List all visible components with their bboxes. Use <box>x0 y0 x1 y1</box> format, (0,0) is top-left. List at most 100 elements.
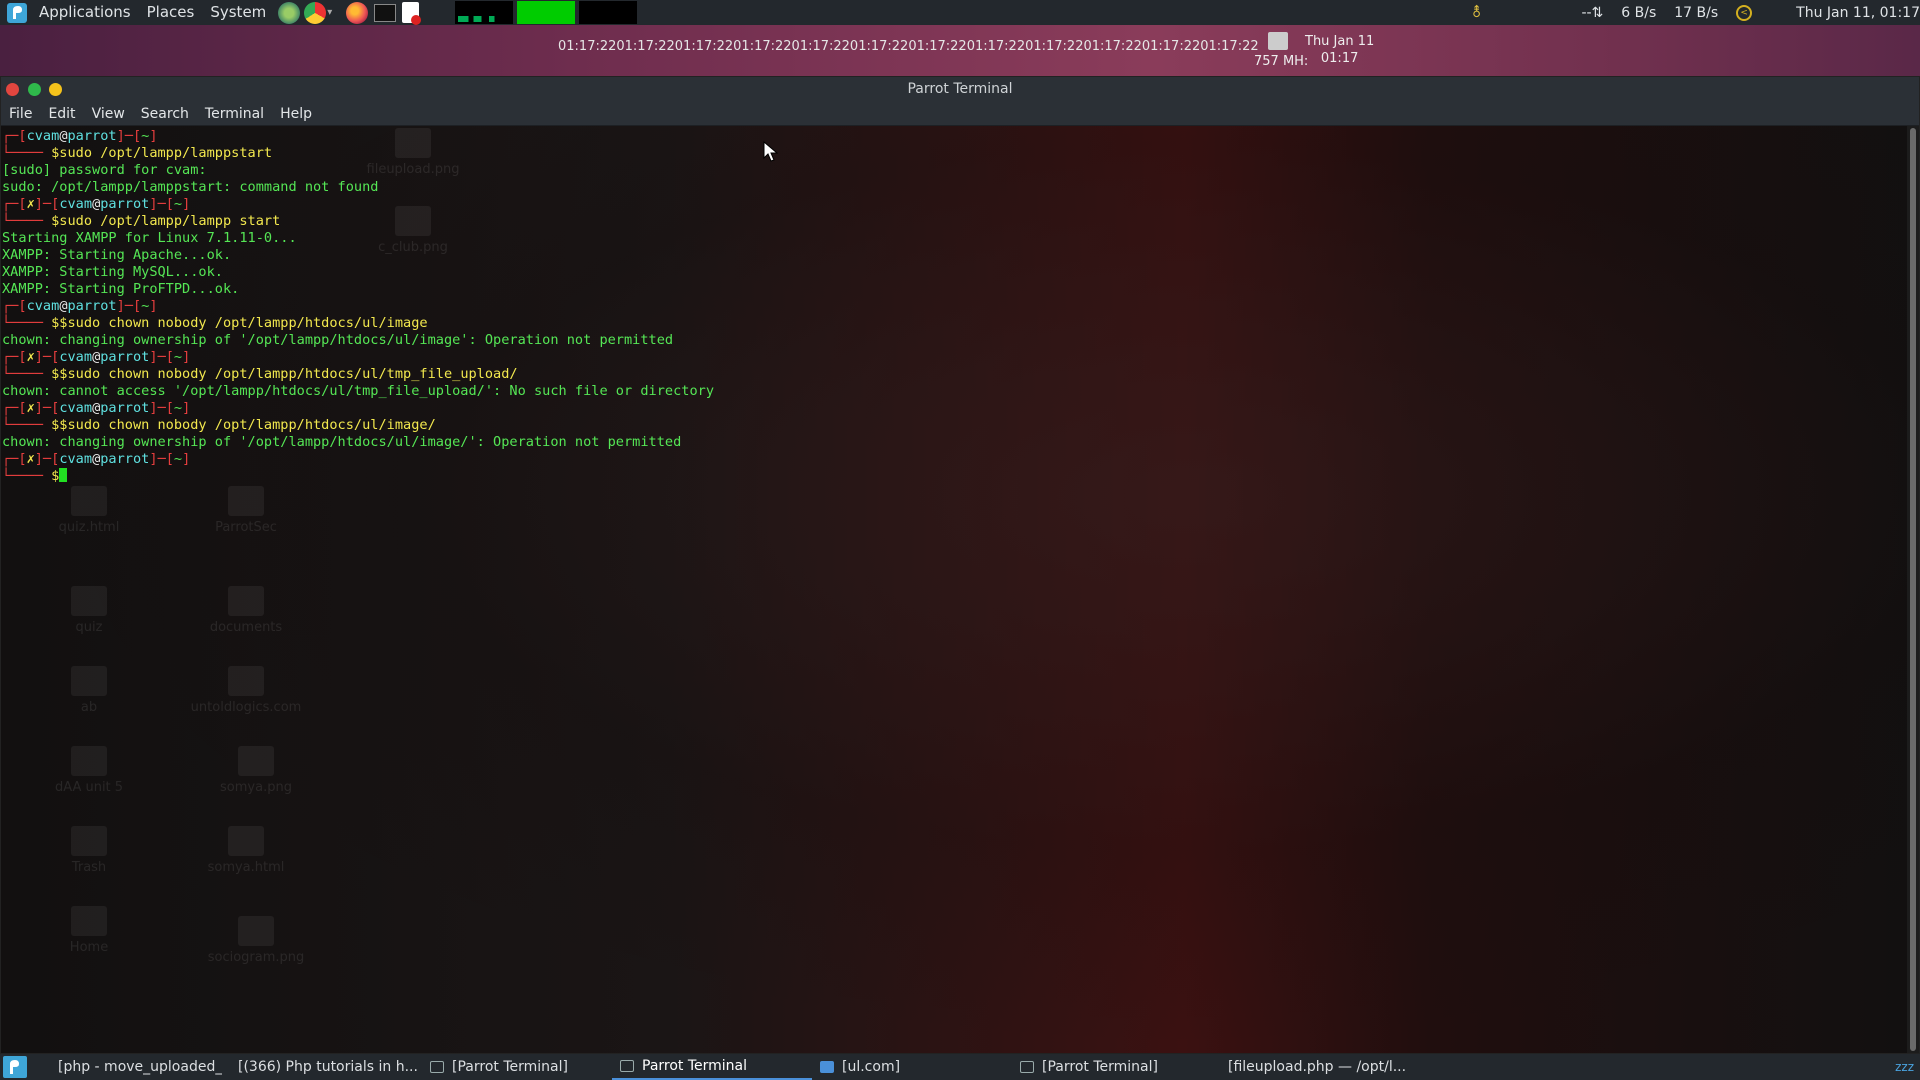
taskbar-item[interactable]: Parrot Terminal <box>612 1054 812 1080</box>
menu-help[interactable]: Help <box>272 106 320 122</box>
network-status: --⇅ <box>1581 4 1604 21</box>
places-menu[interactable]: Places <box>139 0 203 25</box>
minimize-window-button[interactable] <box>49 83 62 96</box>
update-icon[interactable]: < <box>1736 4 1753 21</box>
prompt-error-mark: ✗ <box>26 196 35 212</box>
prompt-host: parrot <box>100 349 150 365</box>
taskbar-item-label: [(366) Php tutorials in h... <box>238 1059 418 1075</box>
menu-search[interactable]: Search <box>133 106 197 122</box>
desktop-icon: quiz <box>29 586 149 635</box>
taskbar-item[interactable]: [ul.com] <box>812 1054 1012 1080</box>
desktop-icon: dAA unit 5 <box>29 746 149 795</box>
desktop-icon: sociogram.png <box>196 916 316 965</box>
terminal-launcher-icon[interactable] <box>374 3 397 22</box>
taskbar-tray-icon[interactable]: zzz <box>1895 1060 1914 1074</box>
memory-graph <box>517 1 576 24</box>
window-titlebar[interactable]: Parrot Terminal <box>1 77 1919 102</box>
prompt-host: parrot <box>67 298 117 314</box>
prompt-line: ┌─[✗]─[cvam@parrot]─[~] <box>2 451 191 467</box>
system-menu[interactable]: System <box>202 0 274 25</box>
desktop-icon: untoldlogics.com <box>186 666 306 715</box>
prompt-line: ┌─[✗]─[cvam@parrot]─[~] <box>2 196 191 212</box>
output-line: XAMPP: Starting Apache...ok. <box>2 247 232 263</box>
folder-icon <box>820 1061 834 1073</box>
output-line: sudo: /opt/lampp/lamppstart: command not… <box>2 179 379 195</box>
taskbar-item-label: [ul.com] <box>842 1059 901 1075</box>
clock[interactable]: Thu Jan 11, 01:17 <box>1796 5 1920 21</box>
desktop-icon: quiz.html <box>29 486 149 535</box>
terminal-output[interactable]: fileupload.png c_club.png quiz.html Parr… <box>1 126 1909 1053</box>
taskbar-item[interactable]: [php - move_uploaded_... <box>42 1054 222 1080</box>
command-line: └──── $$sudo chown nobody /opt/lampp/htd… <box>2 417 436 433</box>
taskbar-item[interactable]: [fileupload.php — /opt/l... <box>1212 1054 1412 1080</box>
prompt-host: parrot <box>100 196 150 212</box>
command-line: └──── $sudo /opt/lampp/lamppstart <box>2 145 273 161</box>
network-down-rate: 6 B/s <box>1621 4 1657 21</box>
text-editor-icon[interactable] <box>402 2 422 25</box>
taskbar-item-label: [php - move_uploaded_... <box>58 1059 222 1075</box>
prompt-host: parrot <box>100 451 150 467</box>
command-line: └──── $sudo /opt/lampp/lampp start <box>2 213 281 229</box>
applications-menu[interactable]: Applications <box>31 0 139 25</box>
taskbar-item-label: [fileupload.php — /opt/l... <box>1228 1059 1407 1075</box>
top-panel: Applications Places System ▾ ⚨ --⇅ 6 B/s… <box>0 0 1920 25</box>
firefox-icon[interactable] <box>346 1 369 24</box>
taskbar-item[interactable]: [Parrot Terminal] <box>1012 1054 1212 1080</box>
scrollbar-thumb[interactable] <box>1910 128 1916 1051</box>
parrot-logo-icon[interactable] <box>7 2 27 23</box>
prompt-user: cvam <box>26 128 60 144</box>
output-line: chown: cannot access '/opt/lampp/htdocs/… <box>2 383 715 399</box>
desktop-icon: somya.png <box>196 746 316 795</box>
prompt-error-mark: ✗ <box>26 400 35 416</box>
prompt-line: ┌─[cvam@parrot]─[~] <box>2 298 158 314</box>
prompt-host: parrot <box>100 400 150 416</box>
bottom-taskbar: [php - move_uploaded_... [(366) Php tutor… <box>0 1054 1920 1080</box>
command-text: $sudo /opt/lampp/lampp start <box>51 213 281 229</box>
terminal-icon <box>430 1061 444 1073</box>
cpu-widget-icon <box>1268 32 1288 50</box>
desktop-icon: Home <box>29 906 149 955</box>
date-widget-day: Thu Jan 11 <box>1305 34 1375 49</box>
menu-terminal[interactable]: Terminal <box>197 106 272 122</box>
menu-edit[interactable]: Edit <box>40 106 83 122</box>
input-line: └──── $ <box>2 468 714 485</box>
desktop-icon: ab <box>29 666 149 715</box>
text-cursor <box>59 468 68 482</box>
command-line: └──── $$sudo chown nobody /opt/lampp/htd… <box>2 315 428 331</box>
chrome-icon[interactable] <box>304 1 327 24</box>
prompt-error-mark: ✗ <box>26 349 35 365</box>
desktop-icon: Trash <box>29 826 149 875</box>
taskbar-item-label: [Parrot Terminal] <box>1042 1059 1158 1075</box>
mouse-pointer-icon <box>763 141 779 162</box>
network-up-rate: 17 B/s <box>1674 4 1719 21</box>
output-line: XAMPP: Starting MySQL...ok. <box>2 264 223 280</box>
prompt-user: cvam <box>59 196 93 212</box>
show-desktop-icon[interactable] <box>2 1055 28 1079</box>
terminal-scrollbar[interactable] <box>1907 126 1919 1053</box>
menu-bar: File Edit View Search Terminal Help <box>1 102 1919 126</box>
prompt-user: cvam <box>59 400 93 416</box>
clock-ticker-widget: 01:17:2201:17:2201:17:2201:17:2201:17:22… <box>558 39 1258 54</box>
date-widget: Thu Jan 11 01:17 <box>1305 33 1374 67</box>
output-line: Starting XAMPP for Linux 7.1.11-0... <box>2 230 297 246</box>
menu-view[interactable]: View <box>84 106 133 122</box>
close-window-button[interactable] <box>6 83 19 96</box>
prompt-line: ┌─[✗]─[cvam@parrot]─[~] <box>2 400 191 416</box>
prompt-error-mark: ✗ <box>26 451 35 467</box>
desktop-icon: ParrotSec <box>186 486 306 535</box>
prompt-user: cvam <box>59 451 93 467</box>
cpu-mhz-readout: 757 MH: <box>1254 54 1309 69</box>
launcher-dropdown-icon[interactable]: ▾ <box>327 7 332 18</box>
terminal-window: Parrot Terminal File Edit View Search Te… <box>0 76 1920 1054</box>
network-tool-icon[interactable] <box>278 1 301 24</box>
command-text: $$sudo chown nobody /opt/lampp/htdocs/ul… <box>51 417 436 433</box>
taskbar-item[interactable]: [Parrot Terminal] <box>422 1054 612 1080</box>
menu-file[interactable]: File <box>1 106 40 122</box>
prompt-user: cvam <box>59 349 93 365</box>
terminal-text: ┌─[cvam@parrot]─[~] └──── $sudo /opt/lamp… <box>2 128 714 485</box>
command-line: └──── $$sudo chown nobody /opt/lampp/htd… <box>2 366 518 382</box>
maximize-window-button[interactable] <box>28 83 41 96</box>
command-text: $$sudo chown nobody /opt/lampp/htdocs/ul… <box>51 315 428 331</box>
taskbar-item[interactable]: [(366) Php tutorials in h... <box>222 1054 422 1080</box>
accessibility-icon[interactable]: ⚨ <box>1471 5 1483 21</box>
